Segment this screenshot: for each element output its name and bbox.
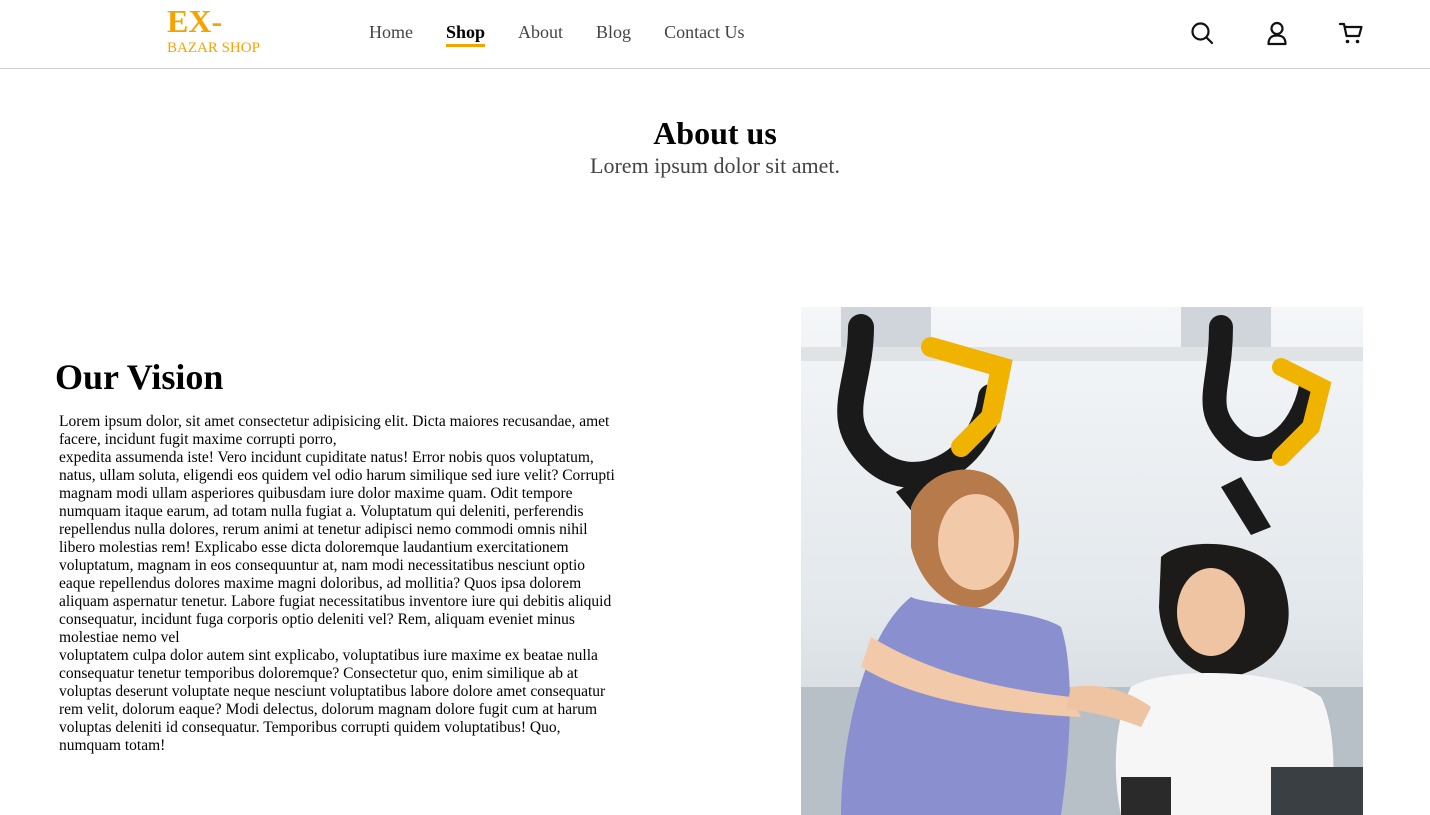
- nav-shop[interactable]: Shop: [446, 22, 486, 47]
- logo-sub-text: BAZAR SHOP: [167, 40, 260, 56]
- logo-main-text: EX-: [167, 3, 223, 39]
- nav-about[interactable]: About: [518, 22, 563, 47]
- vision-paragraph-2: expedita assumenda iste! Vero incidunt c…: [59, 449, 615, 520]
- vision-paragraph-4: voluptatem culpa dolor autem sint explic…: [59, 647, 606, 754]
- vision-text: Lorem ipsum dolor, sit amet consectetur …: [59, 413, 619, 755]
- nav-contact[interactable]: Contact Us: [664, 22, 745, 47]
- site-logo[interactable]: EX- BAZAR SHOP: [167, 4, 260, 56]
- vision-heading: Our Vision: [55, 357, 224, 397]
- vision-paragraph-1: Lorem ipsum dolor, sit amet consectetur …: [59, 413, 610, 448]
- vision-photo: [801, 307, 1363, 815]
- search-button[interactable]: [1189, 20, 1215, 46]
- cart-button[interactable]: [1338, 20, 1364, 46]
- cart-icon: [1338, 22, 1363, 44]
- vision-paragraph-3: repellendus nulla dolores, rerum animi a…: [59, 521, 612, 646]
- page-subtitle: Lorem ipsum dolor sit amet.: [590, 153, 840, 178]
- page-title: About us: [653, 115, 777, 151]
- account-button[interactable]: [1264, 20, 1290, 46]
- user-icon: [1267, 21, 1287, 46]
- nav-blog[interactable]: Blog: [596, 22, 631, 47]
- lab-photo-illustration: [801, 307, 1363, 815]
- search-icon: [1191, 22, 1214, 45]
- about-hero: About us Lorem ipsum dolor sit amet.: [0, 113, 1430, 179]
- site-header: EX- BAZAR SHOP Home Shop About Blog Cont…: [0, 0, 1430, 69]
- main-nav: Home Shop About Blog Contact Us: [369, 22, 745, 47]
- nav-home[interactable]: Home: [369, 22, 413, 47]
